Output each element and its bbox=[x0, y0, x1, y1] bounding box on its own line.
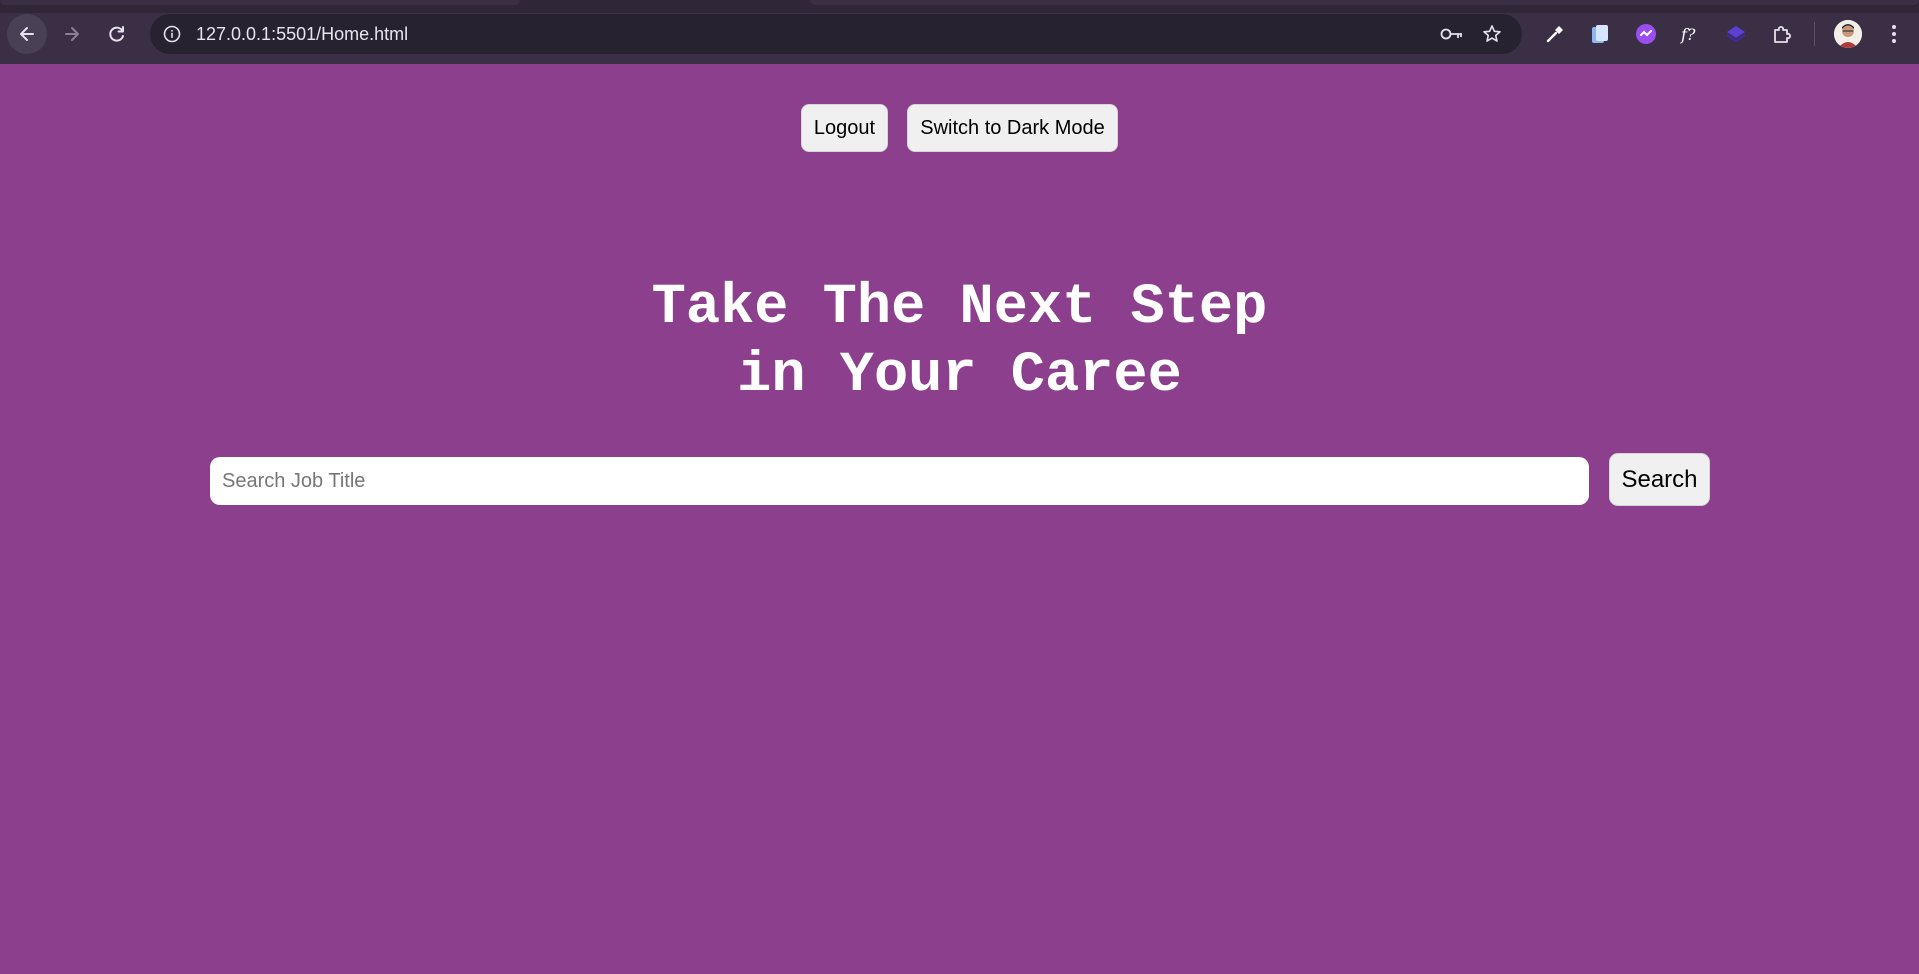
back-arrow-icon bbox=[20, 27, 34, 41]
purple-extension-icon[interactable] bbox=[1632, 20, 1660, 48]
layers-extension-icon[interactable] bbox=[1722, 20, 1750, 48]
page-content: Logout Switch to Dark Mode Take The Next… bbox=[0, 64, 1919, 974]
reload-button[interactable] bbox=[97, 14, 137, 54]
reload-icon bbox=[109, 26, 124, 42]
back-button[interactable] bbox=[7, 14, 47, 54]
site-info-icon[interactable] bbox=[162, 24, 182, 44]
browser-chrome: 127.0.0.1:5501/Home.html f? bbox=[0, 0, 1919, 64]
tab-edge-left[interactable] bbox=[0, 0, 520, 5]
puzzle-extensions-icon[interactable] bbox=[1768, 20, 1796, 48]
profile-avatar[interactable] bbox=[1834, 20, 1862, 48]
hero-title-line-2: in Your Caree bbox=[737, 344, 1182, 408]
password-key-icon[interactable] bbox=[1440, 22, 1464, 46]
search-button[interactable]: Search bbox=[1609, 453, 1710, 506]
more-vert-icon[interactable] bbox=[1880, 18, 1908, 50]
tab-strip bbox=[0, 0, 1919, 13]
hero-title-line-1: Take The Next Step bbox=[651, 276, 1268, 340]
svg-text:f?: f? bbox=[1680, 25, 1696, 44]
tab-edge-right[interactable] bbox=[810, 0, 1919, 5]
font-extension-icon[interactable]: f? bbox=[1677, 20, 1705, 48]
hero-title: Take The Next Step in Your Caree bbox=[0, 274, 1919, 410]
address-bar[interactable]: 127.0.0.1:5501/Home.html bbox=[150, 14, 1522, 54]
job-search-input[interactable] bbox=[210, 457, 1589, 505]
dark-mode-toggle-button[interactable]: Switch to Dark Mode bbox=[907, 104, 1118, 152]
toolbar-separator bbox=[1814, 22, 1815, 46]
bookmark-star-icon[interactable] bbox=[1480, 22, 1504, 46]
url-text[interactable]: 127.0.0.1:5501/Home.html bbox=[196, 24, 408, 44]
eyedropper-extension-icon[interactable] bbox=[1541, 20, 1569, 48]
forward-arrow-icon bbox=[65, 27, 79, 41]
logout-button[interactable]: Logout bbox=[801, 104, 888, 152]
clipboard-extension-icon[interactable] bbox=[1586, 20, 1614, 48]
forward-button[interactable] bbox=[52, 14, 92, 54]
